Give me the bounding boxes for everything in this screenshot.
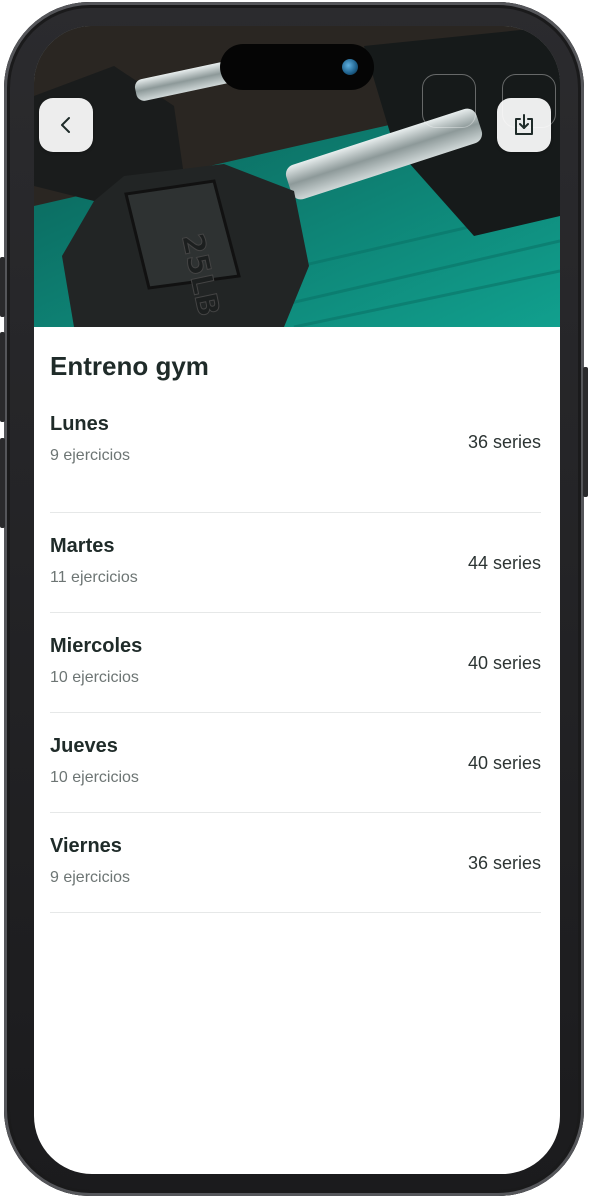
download-button[interactable] bbox=[497, 98, 551, 152]
dynamic-island bbox=[220, 44, 374, 90]
day-row-viernes[interactable]: Viernes 9 ejercicios 36 series bbox=[50, 813, 541, 913]
mute-switch bbox=[0, 257, 5, 317]
exercise-count: 10 ejercicios bbox=[50, 769, 139, 786]
day-name: Martes bbox=[50, 535, 115, 557]
day-list: Lunes 9 ejercicios 36 series Martes 11 e… bbox=[50, 413, 541, 913]
power-button bbox=[583, 367, 588, 497]
series-count: 36 series bbox=[467, 432, 541, 452]
chevron-left-icon bbox=[61, 117, 70, 133]
day-name: Viernes bbox=[50, 835, 122, 857]
phone-frame: 25LB Entreno gym Lunes 9 ejercicios 36 s… bbox=[0, 2, 588, 1196]
volume-down-button bbox=[0, 438, 5, 528]
day-row-lunes[interactable]: Lunes 9 ejercicios 36 series bbox=[50, 413, 541, 513]
overlay-button-ghost bbox=[422, 74, 476, 128]
series-count: 44 series bbox=[467, 553, 541, 573]
series-count: 36 series bbox=[467, 853, 541, 873]
app-screen: 25LB Entreno gym Lunes 9 ejercicios 36 s… bbox=[34, 26, 560, 1174]
camera-icon bbox=[342, 59, 358, 75]
exercise-count: 9 ejercicios bbox=[50, 869, 131, 886]
day-name: Jueves bbox=[50, 735, 118, 757]
day-row-miercoles[interactable]: Miercoles 10 ejercicios 40 series bbox=[50, 613, 541, 713]
exercise-count: 10 ejercicios bbox=[50, 669, 139, 686]
exercise-count: 9 ejercicios bbox=[50, 447, 131, 464]
day-name: Lunes bbox=[50, 413, 109, 435]
download-tray-icon bbox=[515, 114, 533, 135]
volume-up-button bbox=[0, 332, 5, 422]
day-row-jueves[interactable]: Jueves 10 ejercicios 40 series bbox=[50, 713, 541, 813]
day-name: Miercoles bbox=[50, 635, 143, 657]
series-count: 40 series bbox=[467, 653, 541, 673]
series-count: 40 series bbox=[467, 753, 541, 773]
routine-content: Entreno gym Lunes 9 ejercicios 36 series… bbox=[50, 327, 541, 913]
day-row-martes[interactable]: Martes 11 ejercicios 44 series bbox=[50, 513, 541, 613]
back-button[interactable] bbox=[39, 98, 93, 152]
exercise-count: 11 ejercicios bbox=[50, 569, 138, 586]
hero-image: 25LB bbox=[34, 26, 560, 327]
page-title: Entreno gym bbox=[50, 351, 209, 381]
